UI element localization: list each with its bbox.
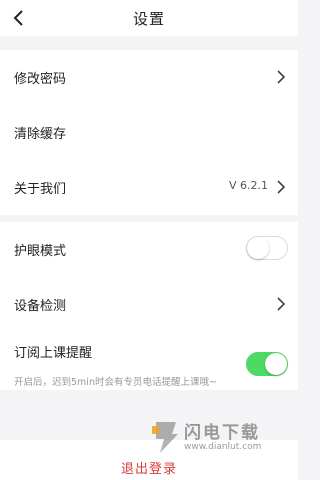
eye-mode-row: 护眼模式 xyxy=(0,222,298,277)
clear-cache-row[interactable]: 清除缓存 xyxy=(0,105,298,160)
header-bar: 设置 xyxy=(0,0,298,36)
watermark-title: 闪电下载 xyxy=(184,423,260,443)
chevron-right-icon xyxy=(277,297,286,311)
account-group: 修改密码 清除缓存 关于我们 V 6.2.1 xyxy=(0,50,298,215)
version-text: V 6.2.1 xyxy=(228,179,268,192)
about-us-row[interactable]: 关于我们 V 6.2.1 xyxy=(0,160,298,215)
change-password-label: 修改密码 xyxy=(14,72,67,87)
class-reminder-label: 订阅上课提醒 xyxy=(14,346,93,361)
device-check-row[interactable]: 设备检测 xyxy=(0,277,298,332)
class-reminder-toggle[interactable] xyxy=(246,352,288,376)
watermark-url: www.dianlut.com xyxy=(184,442,262,452)
eye-mode-toggle[interactable] xyxy=(246,236,288,260)
clear-cache-label: 清除缓存 xyxy=(14,127,67,142)
preferences-group: 护眼模式 设备检测 订阅上课提醒 xyxy=(0,222,298,390)
page-title: 设置 xyxy=(132,10,165,28)
chevron-right-icon xyxy=(277,180,286,194)
settings-screen: 设置 修改密码 清除缓存 关于我们 V 6.2.1 护眼模式 设备检测 订阅上课… xyxy=(0,0,298,480)
device-check-label: 设备检测 xyxy=(14,299,67,314)
toggle-knob xyxy=(265,353,287,375)
eye-mode-label: 护眼模式 xyxy=(14,244,67,259)
lightning-logo-icon xyxy=(152,422,178,453)
class-reminder-description: 开启后，迟到5min时会有专员电话提醒上课哦~ xyxy=(14,377,217,388)
change-password-row[interactable]: 修改密码 xyxy=(0,50,298,105)
chevron-right-icon xyxy=(277,70,286,84)
toggle-knob xyxy=(247,237,269,259)
about-us-label: 关于我们 xyxy=(14,182,67,197)
watermark: 闪电下载 www.dianlut.com xyxy=(150,418,290,462)
